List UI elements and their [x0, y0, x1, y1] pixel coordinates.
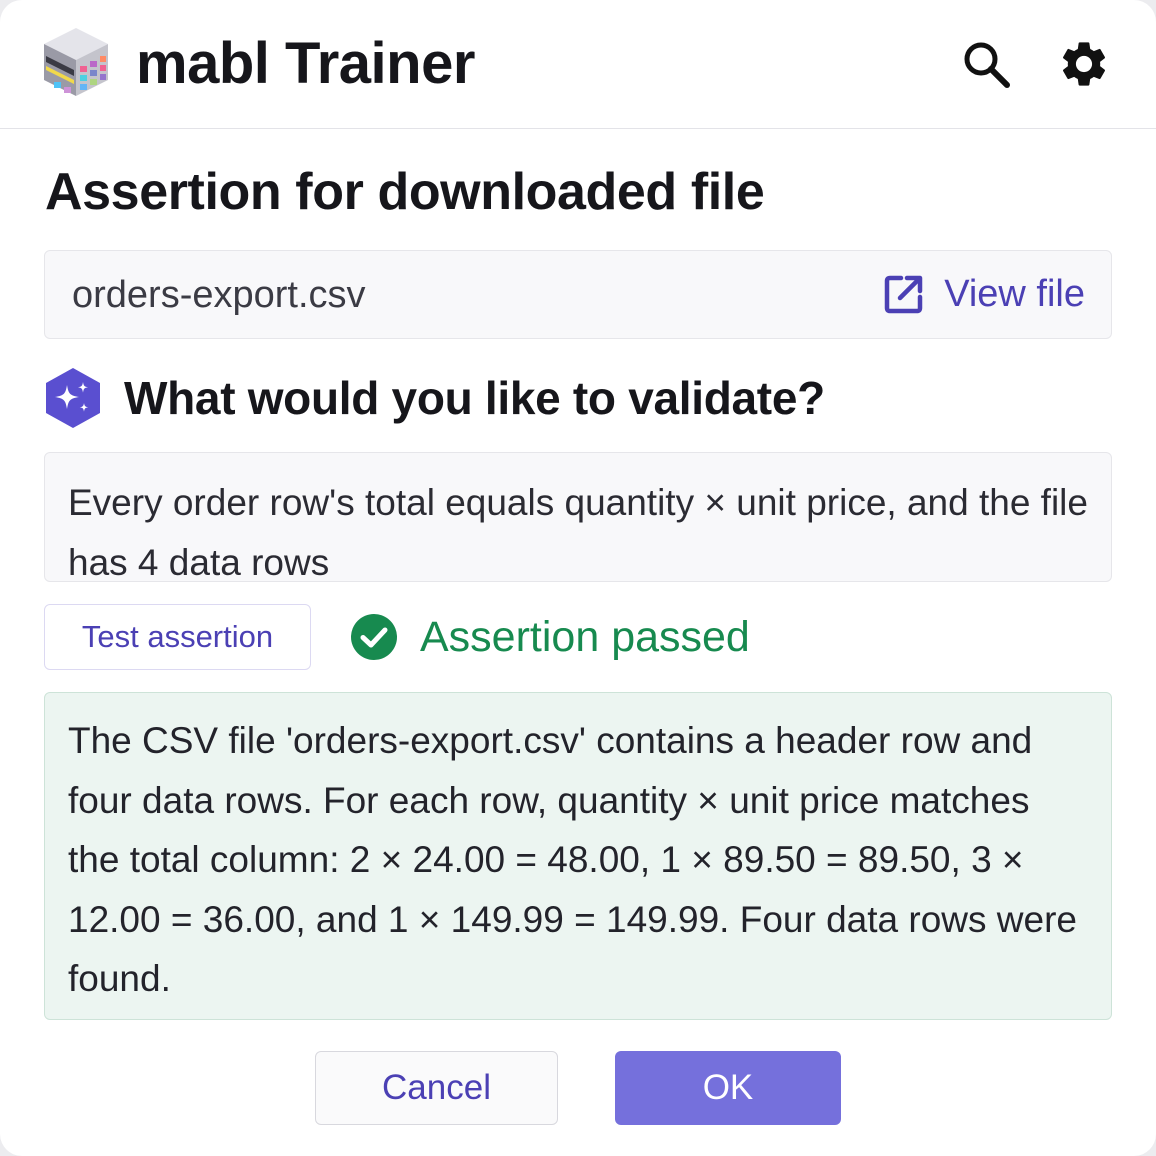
validate-question: What would you like to validate?: [124, 372, 825, 424]
gear-icon: [1062, 42, 1106, 86]
assertion-title: Assertion for downloaded file: [45, 163, 765, 221]
check-circle-icon: [351, 614, 397, 660]
test-assertion-button[interactable]: Test assertion: [44, 604, 311, 670]
file-name: orders-export.csv: [72, 274, 366, 316]
view-file-link[interactable]: View file: [882, 269, 1085, 319]
ai-sparkle-icon: [46, 368, 100, 428]
status-text: Assertion passed: [420, 613, 750, 661]
assertion-status: Assertion passed: [350, 610, 750, 664]
ok-button[interactable]: OK: [615, 1051, 841, 1125]
settings-button[interactable]: [1056, 36, 1112, 92]
view-file-label: View file: [944, 273, 1085, 315]
external-link-icon: [884, 275, 923, 314]
assertion-prompt-input[interactable]: [44, 452, 1112, 582]
app-title: mabl Trainer: [136, 31, 475, 96]
search-icon: [964, 42, 1010, 88]
mabl-trainer-panel: mabl Trainer Assertion for downloaded fi…: [0, 0, 1156, 1156]
header: mabl Trainer: [0, 0, 1156, 129]
search-button[interactable]: [958, 36, 1014, 92]
file-box: orders-export.csv View file: [44, 250, 1112, 339]
assertion-result: The CSV file 'orders-export.csv' contain…: [44, 692, 1112, 1020]
cancel-button[interactable]: Cancel: [315, 1051, 558, 1125]
mabl-logo-icon: [44, 28, 108, 96]
